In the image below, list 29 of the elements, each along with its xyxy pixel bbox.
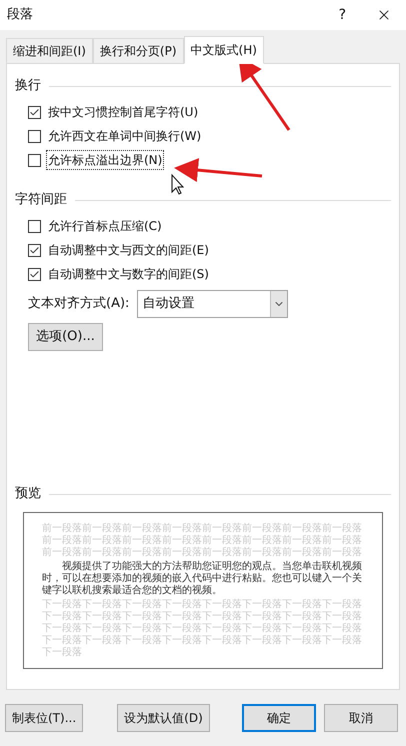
tab[interactable]: 缩进和间距(I)	[6, 38, 93, 63]
section-title: 字符间距	[15, 191, 67, 210]
dialog-button[interactable]: 制表位(T)...	[5, 704, 84, 732]
checkbox[interactable]	[28, 130, 41, 142]
section-title: 换行	[15, 77, 41, 96]
section-title: 预览	[15, 485, 41, 504]
checkbox[interactable]	[28, 220, 41, 232]
option-label[interactable]: 允许标点溢出边界(N)	[47, 151, 164, 169]
tab[interactable]: 换行和分页(P)	[92, 38, 184, 63]
checkbox[interactable]	[28, 106, 41, 118]
option-label[interactable]: 自动调整中文与西文的间距(E)	[47, 241, 210, 259]
cursor-icon	[172, 174, 184, 195]
dialog-button[interactable]: 取消	[324, 704, 398, 732]
preview-body-text: 视频提供了功能强大的方法帮助您证明您的观点。当您单击联机视频时，可以在想要添加的视频的嵌入代码中进行粘贴。您也可以键入一个关键字以联机搜索最适合您的文档的视频。	[42, 561, 363, 597]
alignment-label: 文本对齐方式(A):	[28, 295, 130, 314]
help-button[interactable]: ?	[338, 4, 346, 26]
dialog-button[interactable]: 设为默认值(D)	[117, 704, 210, 732]
checkbox[interactable]	[28, 154, 41, 166]
option-label[interactable]: 允许西文在单词中间换行(W)	[47, 127, 202, 145]
window-title: 段落	[7, 6, 34, 24]
option-label[interactable]: 允许行首标点压缩(C)	[47, 217, 163, 235]
checkbox[interactable]	[28, 244, 41, 256]
tab[interactable]: 中文版式(H)	[184, 36, 264, 64]
option-label[interactable]: 自动调整中文与数字的间距(S)	[47, 265, 210, 283]
option-label[interactable]: 按中文习惯控制首尾字符(U)	[47, 103, 200, 121]
dialog-button[interactable]: 确定	[242, 704, 316, 732]
checkbox[interactable]	[28, 268, 41, 280]
options-button[interactable]: 选项(O)...	[28, 323, 103, 351]
alignment-dropdown[interactable]: 自动设置	[137, 290, 288, 318]
